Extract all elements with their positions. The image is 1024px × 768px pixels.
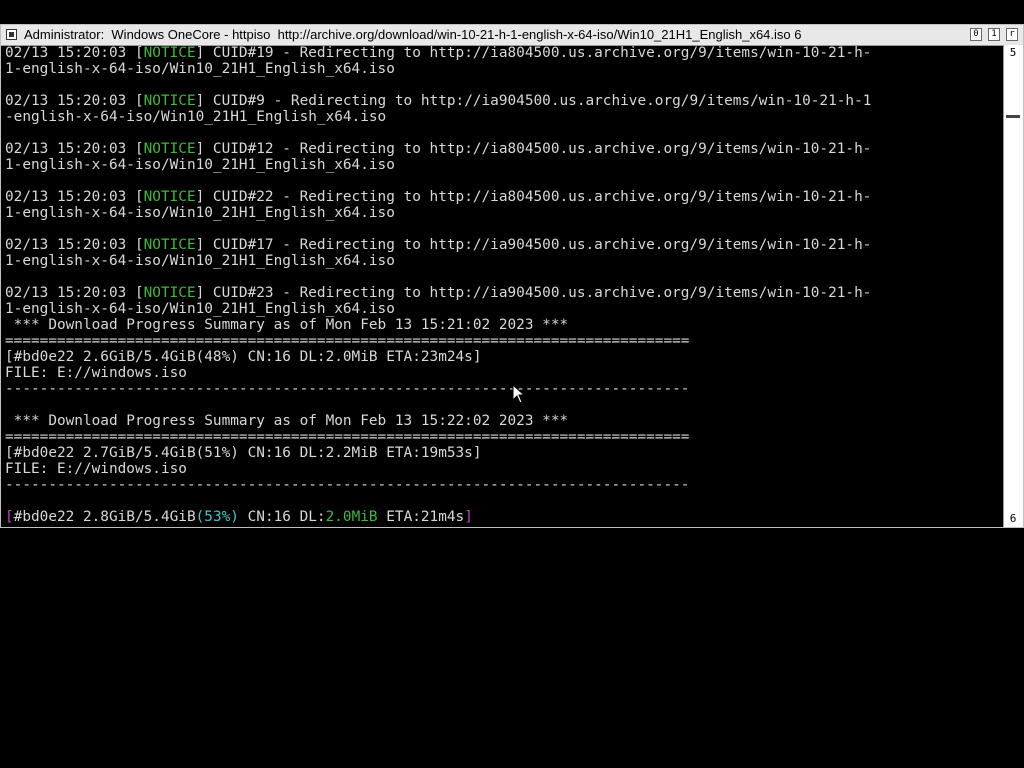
console-window: Administrator: Windows OneCore - httpiso… <box>0 24 1024 528</box>
log-line: 02/13 15:20:03 [NOTICE] CUID#23 - Redire… <box>5 285 872 301</box>
summary-rule: ========================================… <box>5 429 690 445</box>
summary-divider: ----------------------------------------… <box>5 477 690 493</box>
title-bar[interactable]: Administrator: Windows OneCore - httpiso… <box>1 25 1023 46</box>
progress-line: [#bd0e22 2.7GiB/5.4GiB(51%) CN:16 DL:2.2… <box>5 445 482 461</box>
console-icon[interactable] <box>6 29 17 40</box>
scroll-up-button[interactable]: 5 <box>1005 45 1021 61</box>
live-progress-line: [#bd0e22 2.8GiB/5.4GiB(53%) CN:16 DL:2.0… <box>5 509 473 525</box>
terminal-output[interactable]: 02/13 15:20:03 [NOTICE] CUID#19 - Redire… <box>1 45 1003 527</box>
log-line: 02/13 15:20:03 [NOTICE] CUID#19 - Redire… <box>5 45 872 61</box>
log-line-continuation: 1-english-x-64-iso/Win10_21H1_English_x6… <box>5 253 395 269</box>
log-line: 02/13 15:20:03 [NOTICE] CUID#12 - Redire… <box>5 141 872 157</box>
summary-header: *** Download Progress Summary as of Mon … <box>5 413 569 429</box>
summary-divider: ----------------------------------------… <box>5 381 690 397</box>
summary-header: *** Download Progress Summary as of Mon … <box>5 317 569 333</box>
scroll-down-button[interactable]: 6 <box>1005 511 1021 527</box>
log-line-continuation: -english-x-64-iso/Win10_21H1_English_x64… <box>5 109 387 125</box>
log-line-continuation: 1-english-x-64-iso/Win10_21H1_English_x6… <box>5 301 395 317</box>
log-line: 02/13 15:20:03 [NOTICE] CUID#9 - Redirec… <box>5 93 872 109</box>
log-line-continuation: 1-english-x-64-iso/Win10_21H1_English_x6… <box>5 61 395 77</box>
file-line: FILE: E://windows.iso <box>5 365 187 381</box>
summary-rule: ========================================… <box>5 333 690 349</box>
maximize-button[interactable]: 1 <box>988 28 1000 41</box>
scroll-thumb[interactable] <box>1006 115 1020 118</box>
file-line: FILE: E://windows.iso <box>5 461 187 477</box>
log-line: 02/13 15:20:03 [NOTICE] CUID#22 - Redire… <box>5 189 872 205</box>
close-button[interactable]: r <box>1006 28 1018 41</box>
terminal-text: 02/13 15:20:03 [NOTICE] CUID#19 - Redire… <box>5 45 1003 525</box>
progress-line: [#bd0e22 2.6GiB/5.4GiB(48%) CN:16 DL:2.0… <box>5 349 482 365</box>
window-title: Administrator: Windows OneCore - httpiso… <box>24 27 802 42</box>
log-line-continuation: 1-english-x-64-iso/Win10_21H1_English_x6… <box>5 157 395 173</box>
mouse-pointer-icon <box>512 384 526 404</box>
log-line: 02/13 15:20:03 [NOTICE] CUID#17 - Redire… <box>5 237 872 253</box>
log-line-continuation: 1-english-x-64-iso/Win10_21H1_English_x6… <box>5 205 395 221</box>
minimize-button[interactable]: 0 <box>970 28 982 41</box>
vertical-scrollbar[interactable]: 5 6 <box>1003 45 1023 527</box>
